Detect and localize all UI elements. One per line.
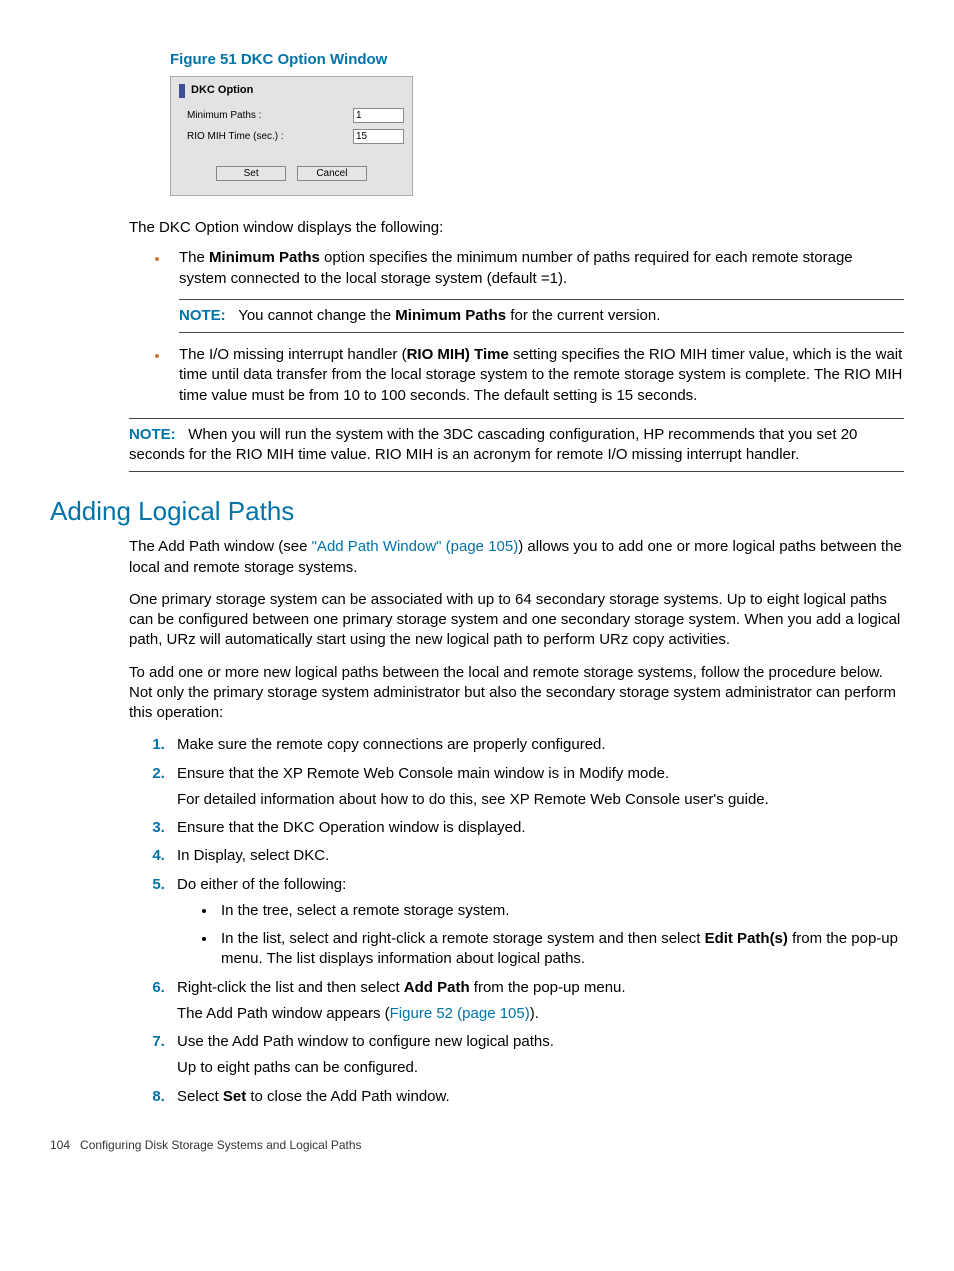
step-7: Use the Add Path window to configure new… [169, 1032, 904, 1079]
text: In the tree, select a remote storage sys… [221, 902, 509, 919]
text: You cannot change the [238, 307, 395, 324]
text: ). [530, 1005, 539, 1022]
paragraph-association: One primary storage system can be associ… [129, 590, 904, 651]
link-add-path-window[interactable]: "Add Path Window" (page 105) [312, 538, 519, 555]
text: The [179, 249, 209, 266]
bold-text: Add Path [404, 979, 470, 996]
paragraph-procedure-intro: To add one or more new logical paths bet… [129, 663, 904, 724]
minimum-paths-label: Minimum Paths : [187, 109, 261, 123]
text: Right-click the list and then select [177, 979, 404, 996]
bold-text: RIO MIH) Time [407, 346, 509, 363]
page-footer: 104 Configuring Disk Storage Systems and… [50, 1137, 904, 1153]
footer-title: Configuring Disk Storage Systems and Log… [80, 1138, 361, 1152]
cancel-button[interactable]: Cancel [297, 166, 367, 181]
step-1: Make sure the remote copy connections ar… [169, 735, 904, 755]
step-4: In Display, select DKC. [169, 846, 904, 866]
rio-mih-input[interactable] [353, 129, 404, 144]
note-label: NOTE: [129, 426, 176, 443]
dkc-window-title: DKC Option [179, 83, 404, 98]
rio-mih-label: RIO MIH Time (sec.) : [187, 130, 284, 144]
minimum-paths-field: Minimum Paths : [187, 108, 404, 123]
text: Up to eight paths can be configured. [177, 1058, 904, 1078]
set-button[interactable]: Set [216, 166, 286, 181]
figure-caption: Figure 51 DKC Option Window [170, 50, 904, 70]
text: The I/O missing interrupt handler ( [179, 346, 407, 363]
bold-text: Set [223, 1088, 246, 1105]
text: Make sure the remote copy connections ar… [177, 736, 606, 753]
text: When you will run the system with the 3D… [129, 426, 857, 463]
text: Do either of the following: [177, 876, 346, 893]
text: Use the Add Path window to configure new… [177, 1033, 554, 1050]
section-heading: Adding Logical Paths [50, 494, 904, 529]
text: Ensure that the XP Remote Web Console ma… [177, 765, 669, 782]
text: for the current version. [506, 307, 660, 324]
paragraph-add-path-intro: The Add Path window (see "Add Path Windo… [129, 537, 904, 578]
step-8: Select Set to close the Add Path window. [169, 1087, 904, 1107]
bullet-minimum-paths: The Minimum Paths option specifies the m… [169, 248, 904, 333]
text: In Display, select DKC. [177, 847, 329, 864]
text: For detailed information about how to do… [177, 790, 904, 810]
text: Ensure that the DKC Operation window is … [177, 819, 526, 836]
note-label: NOTE: [179, 307, 226, 324]
bold-text: Minimum Paths [209, 249, 320, 266]
dkc-title-text: DKC Option [191, 83, 253, 98]
step-3: Ensure that the DKC Operation window is … [169, 818, 904, 838]
dkc-option-window: DKC Option Minimum Paths : RIO MIH Time … [170, 76, 413, 196]
step-6: Right-click the list and then select Add… [169, 978, 904, 1025]
intro-text: The DKC Option window displays the follo… [129, 218, 904, 238]
step-5-option-tree: In the tree, select a remote storage sys… [217, 901, 904, 921]
step-2: Ensure that the XP Remote Web Console ma… [169, 764, 904, 811]
step-5: Do either of the following: In the tree,… [169, 875, 904, 970]
minimum-paths-input[interactable] [353, 108, 404, 123]
bold-text: Edit Path(s) [705, 930, 788, 947]
text: to close the Add Path window. [246, 1088, 449, 1105]
step-5-option-list: In the list, select and right-click a re… [217, 929, 904, 970]
text: Select [177, 1088, 223, 1105]
text: The Add Path window appears ( [177, 1005, 390, 1022]
step-6-result: The Add Path window appears (Figure 52 (… [177, 1004, 904, 1024]
text: The Add Path window (see [129, 538, 312, 555]
note-minimum-paths: NOTE: You cannot change the Minimum Path… [179, 299, 904, 333]
title-marker-icon [179, 84, 185, 98]
bold-text: Minimum Paths [395, 307, 506, 324]
page-number: 104 [50, 1138, 70, 1152]
note-3dc: NOTE: When you will run the system with … [129, 418, 904, 473]
rio-mih-field: RIO MIH Time (sec.) : [187, 129, 404, 144]
link-figure-52[interactable]: Figure 52 (page 105) [390, 1005, 530, 1022]
text: In the list, select and right-click a re… [221, 930, 705, 947]
text: from the pop-up menu. [470, 979, 626, 996]
bullet-rio-mih: The I/O missing interrupt handler (RIO M… [169, 345, 904, 406]
